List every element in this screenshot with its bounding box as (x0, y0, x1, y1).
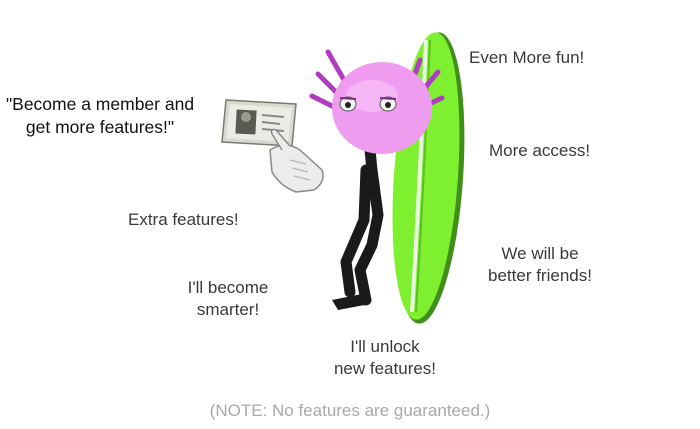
disclaimer-note: (NOTE: No features are guaranteed.) (209, 401, 491, 420)
better-friends-line-2: better friends! (488, 266, 592, 285)
quote-line-1: "Become a member and (5, 94, 195, 114)
smarter-line-1: I'll become (187, 278, 269, 297)
better-friends-line-1: We will be (501, 244, 579, 263)
membership-quote: "Become a member and get more features!" (0, 93, 200, 139)
callout-unlock: I'll unlock new features! (315, 336, 455, 380)
quote-line-2: get more features!" (25, 117, 175, 137)
callout-better-friends: We will be better friends! (470, 243, 610, 287)
unlock-line-1: I'll unlock (350, 337, 420, 356)
pointing-hand-icon (269, 128, 324, 193)
unlock-line-2: new features! (333, 359, 437, 378)
mascot-legs (332, 124, 384, 310)
callout-smarter: I'll become smarter! (168, 277, 288, 321)
promo-scene: "Become a member and get more features!"… (0, 0, 700, 429)
callout-more-access: More access! (489, 141, 591, 160)
callout-even-more-fun: Even More fun! (469, 48, 585, 67)
smarter-line-2: smarter! (196, 300, 260, 319)
callout-extra-features: Extra features! (128, 210, 239, 229)
